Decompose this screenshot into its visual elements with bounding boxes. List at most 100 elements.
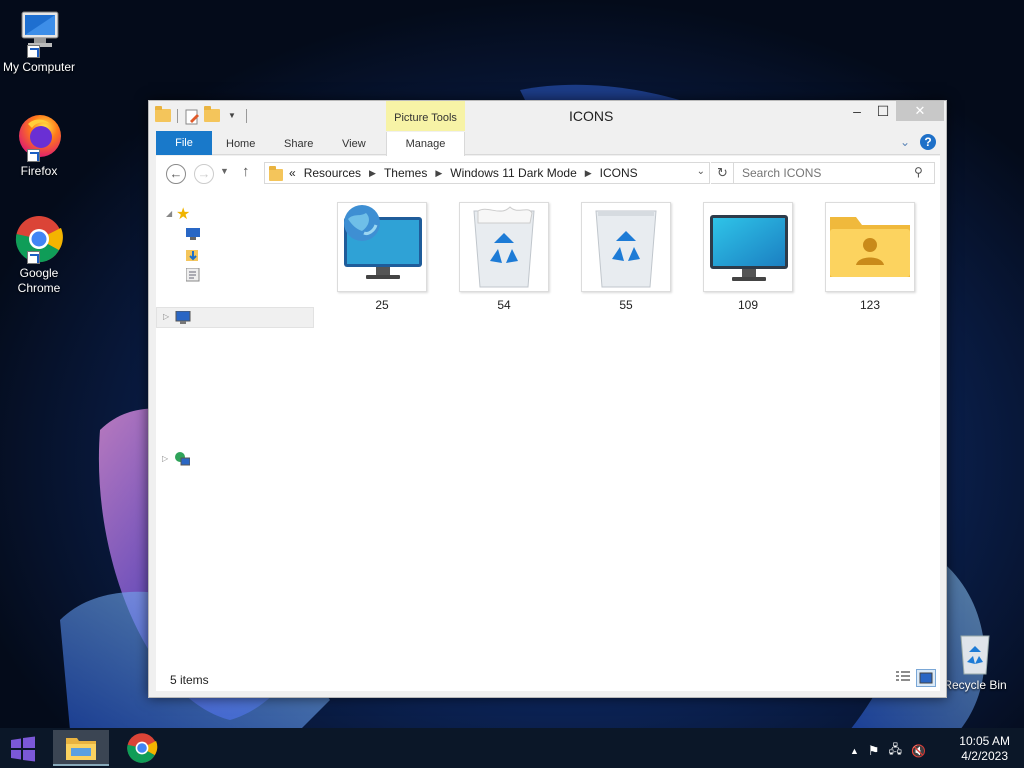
tree-item-downloads[interactable] <box>186 248 200 268</box>
network-icon[interactable]: 🖧 <box>889 740 902 761</box>
breadcrumb-windows-11-dark-mode[interactable]: Windows 11 Dark Mode <box>450 166 577 180</box>
recycle-bin-icon <box>960 635 990 675</box>
new-folder-icon[interactable] <box>204 106 220 123</box>
collapse-arrow-icon[interactable]: ◢ <box>166 209 172 218</box>
tree-item-recent[interactable] <box>185 267 200 288</box>
file-name: 55 <box>619 298 633 312</box>
expand-arrow-icon[interactable]: ▷ <box>163 312 169 321</box>
tree-item-desktop[interactable] <box>186 228 200 248</box>
address-history-dropdown-icon[interactable]: ⌄ <box>697 166 705 177</box>
desktop-icon-label: Google Chrome <box>17 266 61 295</box>
taskbar-chrome-button[interactable] <box>115 730 171 766</box>
close-button[interactable]: ✕ <box>896 101 944 121</box>
recycle-bin-full-icon <box>473 206 535 288</box>
address-bar[interactable]: « Resources ▶ Themes ▶ Windows 11 Dark M… <box>264 162 710 184</box>
file-name: 109 <box>737 298 759 312</box>
downloads-icon <box>186 250 198 261</box>
explorer-window[interactable]: ▼ Picture Tools ICONS – ☐ ✕ File Home Sh… <box>148 100 947 698</box>
tab-manage[interactable]: Manage <box>386 132 465 156</box>
folder-icon <box>155 106 171 123</box>
details-view-icon[interactable] <box>894 669 914 687</box>
taskbar-file-explorer-button[interactable] <box>53 730 109 766</box>
clock[interactable]: 10:05 AM 4/2/2023 <box>959 734 1010 764</box>
toolbar-divider <box>177 109 178 123</box>
thumbnail <box>581 202 671 292</box>
file-explorer-icon <box>66 738 96 760</box>
tab-view[interactable]: View <box>342 133 366 155</box>
breadcrumb-chevron-icon[interactable]: ▶ <box>369 168 376 179</box>
file-item[interactable]: 54 <box>458 202 550 312</box>
clock-date: 4/2/2023 <box>961 749 1008 763</box>
recent-places-icon <box>185 267 200 282</box>
computer-icon <box>175 311 191 324</box>
back-button[interactable]: ← <box>166 164 186 184</box>
search-input[interactable] <box>733 162 935 184</box>
shortcut-arrow-icon <box>27 45 40 58</box>
breadcrumb-overflow[interactable]: « <box>289 166 296 180</box>
title-bar[interactable]: ▼ Picture Tools ICONS – ☐ ✕ <box>149 101 946 131</box>
ribbon-controls: ⌄ ? <box>900 134 936 150</box>
customize-toolbar-icon[interactable]: ▼ <box>224 109 240 123</box>
quick-access-toolbar: ▼ <box>155 106 249 125</box>
file-item[interactable]: 123 <box>824 202 916 312</box>
desktop-icon-label: Recycle Bin <box>943 678 1007 692</box>
breadcrumb-resources[interactable]: Resources <box>304 166 361 180</box>
tree-item-network[interactable]: ▷ <box>156 449 314 469</box>
toolbar-divider <box>246 109 247 123</box>
volume-muted-icon[interactable]: 🔇 <box>911 744 926 758</box>
status-bar: 5 items <box>156 665 940 691</box>
system-tray: ▲ ⚑ 🖧 🔇 <box>850 740 926 761</box>
file-name: 123 <box>859 298 881 312</box>
recent-locations-button[interactable]: ▼ <box>220 166 229 176</box>
desktop-icon-label: My Computer <box>2 60 76 74</box>
navigation-pane: ◢ ★ ▷ ▷ <box>156 190 316 666</box>
desktop-icon <box>186 228 200 240</box>
window-title: ICONS <box>569 108 614 124</box>
properties-icon[interactable] <box>184 109 200 125</box>
show-hidden-icons-icon[interactable]: ▲ <box>850 746 859 756</box>
monitor-icon <box>710 215 788 281</box>
tab-share[interactable]: Share <box>284 133 313 155</box>
tab-home[interactable]: Home <box>226 133 255 155</box>
breadcrumb-chevron-icon[interactable]: ▶ <box>435 168 442 179</box>
chrome-icon <box>127 733 158 763</box>
recycle-bin-empty-icon <box>595 210 657 288</box>
desktop-icon-firefox[interactable]: Firefox <box>1 112 77 179</box>
shortcut-arrow-icon <box>27 149 40 162</box>
breadcrumb-chevron-icon[interactable]: ▶ <box>585 168 592 179</box>
action-center-flag-icon[interactable]: ⚑ <box>868 743 880 759</box>
file-item[interactable]: 25 <box>336 202 428 312</box>
tree-item-this-pc[interactable]: ▷ <box>156 307 314 328</box>
search-icon[interactable]: ⚲ <box>914 165 923 179</box>
picture-tools-context-tab: Picture Tools <box>386 101 465 131</box>
desktop-icon-google-chrome[interactable]: Google Chrome <box>1 214 77 296</box>
shortcut-arrow-icon <box>27 251 40 264</box>
desktop-icon-my-computer[interactable]: My Computer <box>1 8 77 75</box>
refresh-button[interactable]: ↻ <box>711 162 735 184</box>
maximize-button[interactable]: ☐ <box>866 101 900 121</box>
breadcrumb-themes[interactable]: Themes <box>384 166 427 180</box>
file-name: 54 <box>497 298 511 312</box>
large-icons-view-icon[interactable] <box>916 669 936 687</box>
desktop-icon-recycle-bin[interactable]: Recycle Bin <box>937 632 1013 693</box>
expand-arrow-icon[interactable]: ▷ <box>162 454 168 463</box>
navigation-bar: ← → ▼ ↑ « Resources ▶ Themes ▶ Windows 1… <box>156 156 940 190</box>
file-item[interactable]: 55 <box>580 202 672 312</box>
network-icon <box>175 452 190 466</box>
forward-button[interactable]: → <box>194 164 214 184</box>
tab-file[interactable]: File <box>156 131 212 155</box>
breadcrumb-icons[interactable]: ICONS <box>600 166 638 180</box>
start-button[interactable] <box>9 736 37 762</box>
favorites-star-icon: ★ <box>176 206 191 223</box>
desktop-icon-label: Firefox <box>20 164 58 178</box>
file-list[interactable]: 25 54 55 109 123 <box>316 190 940 666</box>
up-button[interactable]: ↑ <box>242 163 250 180</box>
thumbnail <box>703 202 793 292</box>
expand-ribbon-icon[interactable]: ⌄ <box>900 135 910 149</box>
file-item[interactable]: 109 <box>702 202 794 312</box>
file-name: 25 <box>375 298 389 312</box>
help-icon[interactable]: ? <box>920 134 936 150</box>
monitor-globe-icon <box>344 205 422 279</box>
thumbnail <box>825 202 915 292</box>
thumbnail <box>459 202 549 292</box>
